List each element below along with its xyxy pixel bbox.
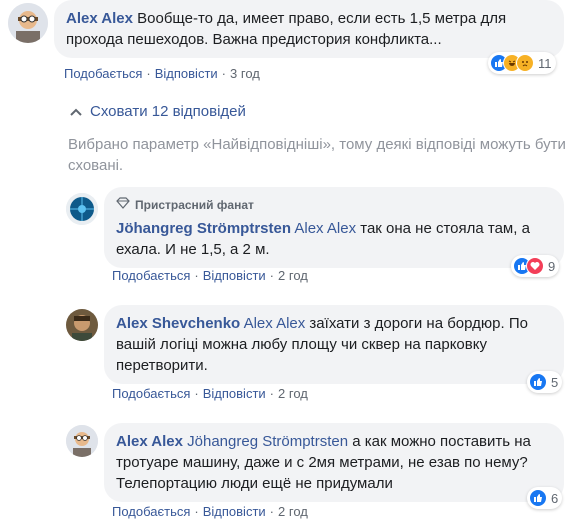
fan-badge-label: Пристрасний фанат: [135, 198, 254, 212]
sad-reaction-icon: [516, 54, 534, 72]
timestamp[interactable]: 3 год: [230, 66, 260, 81]
reply-bubble: Пристрасний фанат Jöhangreg Strömptrsten…: [104, 187, 564, 268]
reaction-count: 11: [538, 55, 552, 71]
reaction-count: 9: [548, 258, 556, 274]
reaction-count: 5: [551, 374, 559, 390]
reaction-count: 6: [551, 490, 559, 506]
timestamp[interactable]: 2 год: [278, 504, 308, 519]
avatar[interactable]: [66, 425, 98, 457]
reactions-summary[interactable]: 11: [488, 52, 556, 74]
avatar[interactable]: [66, 309, 98, 341]
like-reaction-icon: [529, 489, 547, 507]
reply-actions: Подобається · Відповісти · 2 год: [112, 504, 308, 519]
relevance-notice: Вибрано параметр «Найвідповідніші», тому…: [68, 136, 566, 174]
like-button[interactable]: Подобається: [112, 504, 190, 519]
reactions-summary[interactable]: 5: [527, 371, 563, 393]
avatar[interactable]: [8, 3, 48, 43]
hide-replies-toggle[interactable]: Сховати 12 відповідей: [70, 103, 246, 120]
reply-bubble: Alex Shevchenko Alex Alex заїхати з доро…: [104, 305, 564, 384]
diamond-icon: [116, 195, 130, 216]
chevron-up-icon: [70, 103, 82, 120]
avatar[interactable]: [66, 193, 98, 225]
reactions-summary[interactable]: 9: [511, 255, 560, 277]
reply-bubble: Alex Alex Jöhangreg Strömptrsten а как м…: [104, 423, 564, 502]
like-button[interactable]: Подобається: [64, 66, 142, 81]
reactions-summary[interactable]: 6: [527, 487, 563, 509]
like-button[interactable]: Подобається: [112, 386, 190, 401]
reply-author[interactable]: Alex Alex: [116, 433, 183, 450]
timestamp[interactable]: 2 год: [278, 386, 308, 401]
reply-actions: Подобається · Відповісти · 2 год: [112, 386, 308, 401]
reply-button[interactable]: Відповісти: [203, 268, 266, 283]
timestamp[interactable]: 2 год: [278, 268, 308, 283]
comment-bubble: Alex Alex Вообще-то да, имеет право, есл…: [54, 0, 564, 58]
reply-button[interactable]: Відповісти: [155, 66, 218, 81]
comment-text: Вообще-то да, имеет право, если есть 1,5…: [66, 10, 507, 48]
reply-actions: Подобається · Відповісти · 2 год: [112, 268, 308, 283]
love-reaction-icon: [526, 257, 544, 275]
fan-badge[interactable]: Пристрасний фанат: [116, 195, 552, 216]
reply-mention[interactable]: Alex Alex: [244, 315, 306, 332]
reply-author[interactable]: Jöhangreg Strömptrsten: [116, 220, 291, 237]
reply-button[interactable]: Відповісти: [203, 504, 266, 519]
like-button[interactable]: Подобається: [112, 268, 190, 283]
reply-author[interactable]: Alex Shevchenko: [116, 315, 240, 332]
like-reaction-icon: [529, 373, 547, 391]
reply-button[interactable]: Відповісти: [203, 386, 266, 401]
reply-mention[interactable]: Jöhangreg Strömptrsten: [187, 433, 348, 450]
reply-mention[interactable]: Alex Alex: [294, 220, 356, 237]
comment-author[interactable]: Alex Alex: [66, 10, 133, 27]
comment-actions: Подобається · Відповісти · 3 год: [64, 66, 260, 81]
hide-replies-label: Сховати 12 відповідей: [90, 103, 246, 120]
